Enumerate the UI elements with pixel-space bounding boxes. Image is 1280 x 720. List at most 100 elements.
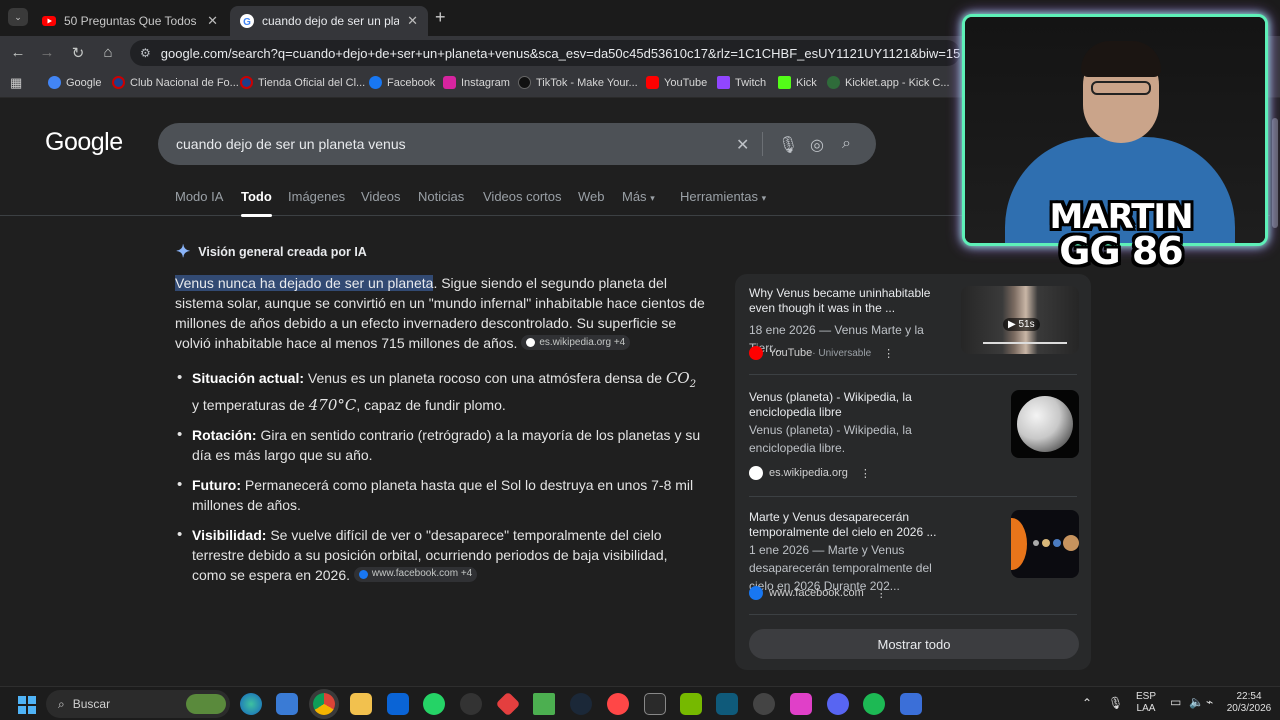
- source-card[interactable]: Why Venus became uninhabitable even thou…: [749, 286, 1079, 366]
- club-nacional-icon: [112, 76, 125, 89]
- bookmark-item[interactable]: Kick: [778, 76, 817, 89]
- edge-icon[interactable]: [240, 693, 262, 715]
- taskbar-search[interactable]: ⌕ Buscar: [46, 690, 230, 718]
- app-icon[interactable]: [900, 693, 922, 715]
- source-card[interactable]: Venus (planeta) - Wikipedia, la enciclop…: [749, 390, 1079, 480]
- tab-todo[interactable]: Todo: [241, 189, 272, 217]
- tab-videos-cortos[interactable]: Videos cortos: [483, 189, 562, 204]
- tab-herramientas[interactable]: Herramientas ▾: [680, 189, 766, 204]
- chrome-icon[interactable]: [313, 693, 335, 715]
- source-card[interactable]: Marte y Venus desaparecerán temporalment…: [749, 510, 1079, 610]
- highlighted-answer: Venus nunca ha dejado de ser un planeta: [175, 275, 434, 291]
- file-explorer-icon[interactable]: [350, 693, 372, 715]
- source-chip[interactable]: www.facebook.com +4: [353, 566, 478, 582]
- battery-icon[interactable]: ⌁: [1206, 696, 1213, 708]
- bookmark-item[interactable]: YouTube: [646, 76, 707, 89]
- volume-icon[interactable]: 🔈: [1189, 696, 1204, 708]
- bookmark-item[interactable]: Kicklet.app - Kick C...: [827, 76, 950, 89]
- microphone-icon[interactable]: 🎙: [1108, 697, 1123, 709]
- search-icon[interactable]: ⌕: [842, 135, 851, 153]
- tab-google-search[interactable]: G cuando dejo de ser un planeta v ✕: [230, 6, 428, 36]
- discord-icon[interactable]: [827, 693, 849, 715]
- app-icon[interactable]: [495, 691, 521, 717]
- outlook-icon[interactable]: [387, 693, 409, 715]
- lens-icon[interactable]: ◎: [810, 135, 824, 155]
- google-icon: G: [240, 14, 254, 28]
- bookmark-item[interactable]: Twitch: [717, 76, 766, 89]
- show-all-button[interactable]: Mostrar todo: [749, 629, 1079, 659]
- google-logo[interactable]: Google: [45, 128, 123, 157]
- home-icon[interactable]: ⌂: [99, 44, 117, 61]
- kicklet-icon: [827, 76, 840, 89]
- source-meta: es.wikipedia.org ⋮: [749, 466, 871, 480]
- bookmark-item[interactable]: Tienda Oficial del Cl...: [240, 76, 365, 89]
- app-icon[interactable]: [753, 693, 775, 715]
- clock[interactable]: 22:54 20/3/2026: [1222, 691, 1276, 715]
- app-icon[interactable]: [716, 693, 738, 715]
- network-icon[interactable]: ▭: [1170, 696, 1181, 708]
- list-item: Situación actual: Venus es un planeta ro…: [175, 368, 705, 415]
- whatsapp-icon[interactable]: [423, 693, 445, 715]
- forward-icon[interactable]: →: [38, 44, 56, 61]
- scrollbar-thumb[interactable]: [1272, 118, 1278, 228]
- address-bar[interactable]: ⚙ google.com/search?q=cuando+dejo+de+ser…: [130, 40, 960, 66]
- tab-search-button[interactable]: ⌄: [8, 8, 28, 26]
- google-icon: [48, 76, 61, 89]
- more-options-icon[interactable]: ⋮: [883, 347, 894, 360]
- list-item: Rotación: Gira en sentido contrario (ret…: [175, 425, 705, 465]
- app-icon[interactable]: [790, 693, 812, 715]
- tab-videos[interactable]: Videos: [361, 189, 401, 204]
- source-snippet: Venus (planeta) - Wikipedia, la enciclop…: [749, 423, 912, 455]
- clear-icon[interactable]: ✕: [736, 135, 749, 155]
- close-icon[interactable]: ✕: [207, 13, 218, 29]
- divider: [749, 374, 1077, 375]
- chevron-down-icon: ▾: [650, 193, 655, 203]
- bookmark-item[interactable]: Facebook: [369, 76, 435, 89]
- steam-icon[interactable]: [570, 693, 592, 715]
- tab-modo-ia[interactable]: Modo IA: [175, 189, 223, 204]
- epic-games-icon[interactable]: [644, 693, 666, 715]
- site-info-icon[interactable]: ⚙: [140, 46, 151, 60]
- close-icon[interactable]: ✕: [407, 13, 418, 29]
- sun-image: [1011, 518, 1027, 570]
- nvidia-icon[interactable]: [680, 693, 702, 715]
- apps-grid-icon[interactable]: ▦: [10, 75, 22, 91]
- back-icon[interactable]: ←: [9, 44, 27, 61]
- more-options-icon[interactable]: ⋮: [876, 587, 887, 600]
- tab-imagenes[interactable]: Imágenes: [288, 189, 345, 204]
- source-title[interactable]: Why Venus became uninhabitable even thou…: [749, 286, 959, 316]
- source-title[interactable]: Venus (planeta) - Wikipedia, la enciclop…: [749, 390, 959, 420]
- windows-start-icon[interactable]: [18, 696, 36, 714]
- source-chip[interactable]: es.wikipedia.org +4: [521, 335, 631, 350]
- new-tab-button[interactable]: +: [435, 7, 446, 28]
- bookmark-item[interactable]: Google: [48, 76, 101, 89]
- tab-mas[interactable]: Más ▾: [622, 189, 655, 204]
- tab-noticias[interactable]: Noticias: [418, 189, 464, 204]
- sources-panel: Why Venus became uninhabitable even thou…: [735, 274, 1091, 670]
- tab-youtube[interactable]: 50 Preguntas Que Todos Deber ✕: [32, 6, 228, 36]
- more-options-icon[interactable]: ⋮: [860, 467, 871, 480]
- reload-icon[interactable]: ↻: [69, 44, 87, 62]
- url-text: google.com/search?q=cuando+dejo+de+ser+u…: [160, 45, 960, 61]
- bookmark-item[interactable]: Club Nacional de Fo...: [112, 76, 239, 89]
- solar-system-thumbnail[interactable]: [1011, 510, 1079, 578]
- store-icon[interactable]: [276, 693, 298, 715]
- spotify-icon[interactable]: [863, 693, 885, 715]
- bookmark-item[interactable]: TikTok - Make Your...: [518, 76, 638, 89]
- tab-web[interactable]: Web: [578, 189, 605, 204]
- video-thumbnail[interactable]: ▶ 51s: [961, 286, 1079, 354]
- chevron-up-icon[interactable]: ⌃: [1082, 697, 1092, 709]
- minecraft-icon[interactable]: [533, 693, 555, 715]
- venus-thumbnail[interactable]: [1011, 390, 1079, 458]
- bookmark-item[interactable]: Instagram: [443, 76, 510, 89]
- language-indicator[interactable]: ESP LAA: [1134, 691, 1158, 715]
- microphone-icon[interactable]: 🎙: [778, 135, 798, 155]
- ai-overview-summary: Venus nunca ha dejado de ser un planeta.…: [175, 273, 705, 353]
- chevron-down-icon: ▾: [761, 193, 767, 203]
- source-meta: www.facebook.com ⋮: [749, 586, 887, 600]
- ea-icon[interactable]: [607, 693, 629, 715]
- list-item: Futuro: Permanecerá como planeta hasta q…: [175, 475, 705, 515]
- app-icon[interactable]: [460, 693, 482, 715]
- source-title[interactable]: Marte y Venus desaparecerán temporalment…: [749, 510, 959, 540]
- search-input[interactable]: cuando dejo de ser un planeta venus ✕ 🎙 …: [158, 123, 876, 165]
